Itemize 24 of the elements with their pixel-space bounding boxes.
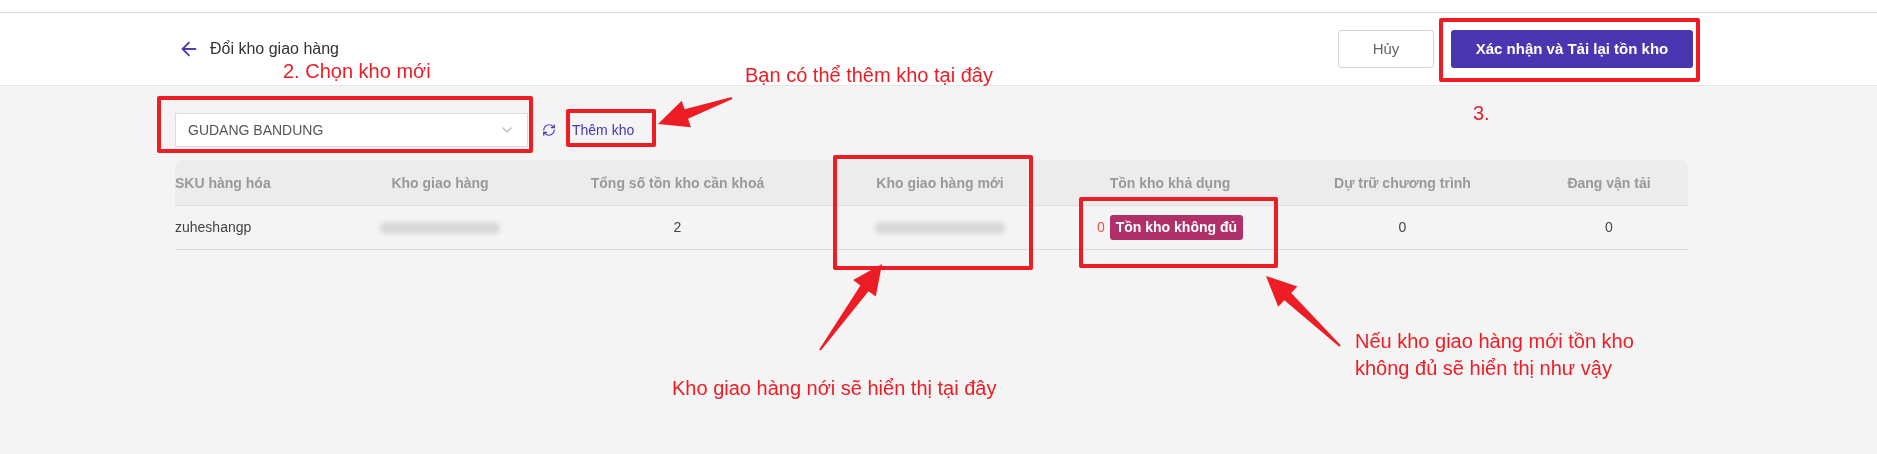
stock-count: 0 bbox=[1096, 218, 1105, 237]
annotation-text: Nếu kho giao hàng mới tồn kho không đủ sẽ hiển thị như vậy bbox=[1355, 329, 1635, 381]
column-header: Tồn kho khả dụng bbox=[1109, 174, 1231, 191]
table-cell-text: 0 bbox=[1398, 218, 1407, 237]
column-header: Kho giao hàng mới bbox=[876, 174, 1004, 191]
table-cell-text: 2 bbox=[673, 218, 682, 237]
column-header: SKU hàng hóa bbox=[175, 174, 271, 191]
column-header: Dự trữ chương trình bbox=[1334, 174, 1471, 191]
cancel-button[interactable]: Hủy bbox=[1338, 30, 1434, 68]
refresh-icon[interactable] bbox=[542, 123, 556, 137]
confirm-button[interactable]: Xác nhận và Tải lại tồn kho bbox=[1451, 30, 1693, 68]
table-cell: zuheshangp bbox=[175, 219, 252, 235]
add-warehouse-link[interactable]: Thêm kho bbox=[572, 119, 635, 141]
annotation-text: Bạn có thể thêm kho tại đây bbox=[745, 63, 994, 88]
warehouse-select[interactable]: GUDANG BANDUNG bbox=[175, 113, 528, 147]
column-header: Tổng số tồn kho cần khoá bbox=[590, 174, 765, 191]
annotation-text: Kho giao hàng nới sẽ hiển thị tại đây bbox=[672, 376, 998, 401]
column-header: Kho giao hàng bbox=[391, 174, 489, 191]
page-title: Đổi kho giao hàng bbox=[210, 39, 339, 59]
annotation-text: 2. Chọn kho mới bbox=[283, 59, 432, 84]
table-cell-text: 0 bbox=[1605, 218, 1613, 237]
insufficient-stock-badge: Tồn kho không đủ bbox=[1109, 215, 1244, 240]
column-header: Đang vận tải bbox=[1567, 174, 1651, 191]
annotation-text: 3. bbox=[1473, 101, 1491, 126]
